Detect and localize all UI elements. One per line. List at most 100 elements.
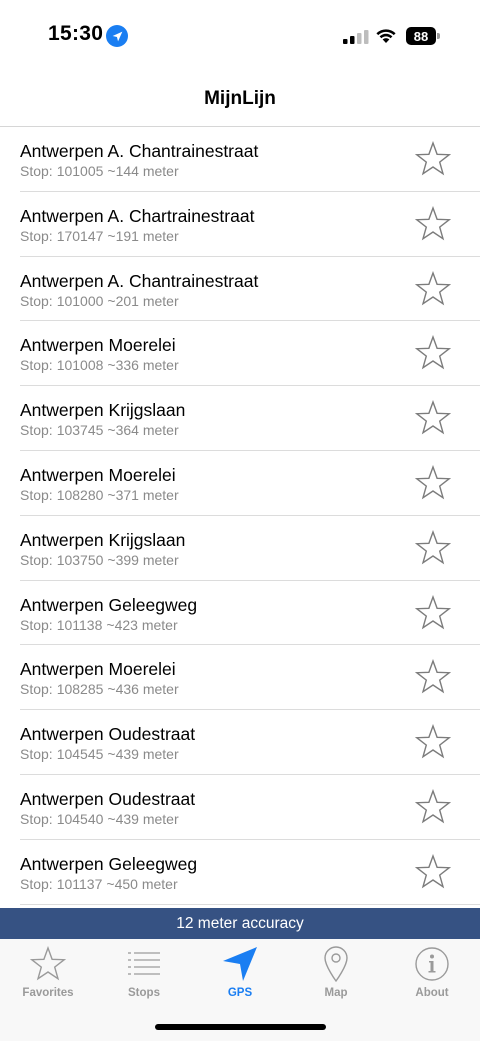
stop-details: Stop: 101138 ~423 meter xyxy=(20,617,182,633)
accuracy-banner: 12 meter accuracy xyxy=(0,908,480,939)
status-bar: 15:30 88 xyxy=(0,0,480,70)
stop-name: Antwerpen A. Chantrainestraat xyxy=(20,270,259,291)
stop-label: Stop: xyxy=(20,486,53,503)
tab-label: Stops xyxy=(128,987,160,999)
stop-row[interactable]: Antwerpen Geleegweg Stop: 101137 ~450 mete… xyxy=(20,840,480,905)
stop-name: Antwerpen Oudestraat xyxy=(20,724,196,745)
stop-distance: ~436 meter xyxy=(107,681,179,698)
stop-row[interactable]: Antwerpen Oudestraat Stop: 104540 ~439 met… xyxy=(20,775,480,840)
stop-row[interactable]: Antwerpen Krijgslaan Stop: 103745 ~364 met… xyxy=(20,386,480,451)
stop-label: Stop: xyxy=(20,681,53,698)
map-pin-icon xyxy=(316,944,356,984)
stop-details: Stop: 104540 ~439 meter xyxy=(20,811,183,827)
stop-id: 101138 xyxy=(56,616,103,633)
stop-row[interactable]: Antwerpen A. Chantrainestraat Stop: 10100… xyxy=(20,257,480,322)
stop-name: Antwerpen Moerelei xyxy=(20,335,176,356)
favorite-star-icon[interactable] xyxy=(414,141,452,177)
info-icon xyxy=(412,944,452,984)
stop-list[interactable]: Antwerpen A. Chantrainestraat Stop: 10100… xyxy=(0,127,480,908)
tab-about[interactable]: About xyxy=(384,939,480,1001)
stop-label: Stop: xyxy=(20,357,53,374)
list-icon xyxy=(124,944,164,984)
tab-label: Map xyxy=(324,987,348,999)
stop-name: Antwerpen Krijgslaan xyxy=(20,400,186,421)
favorite-star-icon[interactable] xyxy=(414,270,452,307)
star-icon xyxy=(28,944,68,984)
status-time: 15:30 xyxy=(48,22,104,45)
favorite-star-icon[interactable] xyxy=(414,529,452,566)
stop-details: Stop: 108280 ~371 meter xyxy=(20,487,183,503)
tab-map[interactable]: Map xyxy=(288,939,384,1001)
stop-label: Stop: xyxy=(20,810,53,827)
stop-distance: ~364 meter xyxy=(107,422,179,439)
stop-details: Stop: 170147 ~191 meter xyxy=(20,228,183,244)
home-indicator[interactable] xyxy=(155,1024,326,1030)
stop-name: Antwerpen Oudestraat xyxy=(20,788,196,809)
stop-name: Antwerpen A. Chantrainestraat xyxy=(20,141,259,161)
stop-distance: ~450 meter xyxy=(106,875,178,892)
location-services-icon xyxy=(106,25,128,47)
stop-name: Antwerpen A. Chartrainestraat xyxy=(20,205,255,226)
favorite-star-icon[interactable] xyxy=(414,724,452,760)
stop-id: 103745 xyxy=(56,422,104,439)
stop-row[interactable]: Antwerpen A. Chantrainestraat Stop: 10100… xyxy=(20,127,480,192)
favorite-star-icon[interactable] xyxy=(414,205,452,242)
stop-id: 104540 xyxy=(56,810,104,827)
stop-label: Stop: xyxy=(20,875,53,892)
stop-details: Stop: 101137 ~450 meter xyxy=(20,876,182,892)
stop-id: 170147 xyxy=(56,227,104,244)
tab-gps[interactable]: GPS xyxy=(192,939,288,1001)
stop-details: Stop: 103745 ~364 meter xyxy=(20,422,183,438)
stop-distance: ~399 meter xyxy=(107,551,179,568)
stop-id: 104545 xyxy=(56,746,104,763)
stop-distance: ~371 meter xyxy=(107,486,179,503)
tab-label: Favorites xyxy=(22,987,74,999)
favorite-star-icon[interactable] xyxy=(414,853,452,890)
stop-label: Stop: xyxy=(20,616,53,633)
stop-distance: ~439 meter xyxy=(107,810,179,827)
stop-row[interactable]: Antwerpen Geleegweg Stop: 101138 ~423 mete… xyxy=(20,581,480,646)
stop-id: 101005 xyxy=(56,163,104,179)
stop-details: Stop: 101005 ~144 meter xyxy=(20,163,183,179)
favorite-star-icon[interactable] xyxy=(414,400,452,436)
stop-name: Antwerpen Moerelei xyxy=(20,464,176,485)
stop-distance: ~336 meter xyxy=(107,357,179,374)
tab-favorites[interactable]: Favorites xyxy=(0,939,96,1001)
tab-stops[interactable]: Stops xyxy=(96,939,192,1001)
stop-distance: ~439 meter xyxy=(107,746,179,763)
stop-row[interactable]: Antwerpen Oudestraat Stop: 104545 ~439 met… xyxy=(20,710,480,775)
stop-row[interactable]: Antwerpen Krijgslaan Stop: 103750 ~399 met… xyxy=(20,516,480,581)
stop-distance: ~191 meter xyxy=(107,227,179,244)
stop-name: Antwerpen Krijgslaan xyxy=(20,529,186,550)
stop-label: Stop: xyxy=(20,163,53,179)
stop-id: 101008 xyxy=(56,357,104,374)
stop-name: Antwerpen Geleegweg xyxy=(20,594,198,615)
stop-name: Antwerpen Moerelei xyxy=(20,659,176,680)
navigation-bar: MijnLijn xyxy=(0,70,480,127)
location-arrow-icon xyxy=(220,944,260,984)
favorite-star-icon[interactable] xyxy=(414,464,452,501)
stop-details: Stop: 103750 ~399 meter xyxy=(20,552,183,568)
stop-id: 108280 xyxy=(56,486,104,503)
stop-label: Stop: xyxy=(20,292,53,309)
tab-label: About xyxy=(415,987,449,999)
stop-label: Stop: xyxy=(20,422,53,439)
stop-row[interactable]: Antwerpen A. Chartrainestraat Stop: 17014… xyxy=(20,192,480,257)
favorite-star-icon[interactable] xyxy=(414,335,452,371)
battery-level: 88 xyxy=(406,27,436,45)
stop-details: Stop: 101000 ~201 meter xyxy=(20,293,183,309)
page-title: MijnLijn xyxy=(204,88,276,109)
stop-row[interactable]: Antwerpen Moerelei Stop: 108285 ~436 meter xyxy=(20,645,480,711)
favorite-star-icon[interactable] xyxy=(414,659,452,695)
stop-row[interactable]: Antwerpen Moerelei Stop: 108280 ~371 meter xyxy=(20,451,480,516)
battery-icon: 88 xyxy=(406,27,440,45)
stop-id: 103750 xyxy=(56,551,104,568)
stop-row[interactable]: Antwerpen Moerelei Stop: 101008 ~336 meter xyxy=(20,321,480,387)
favorite-star-icon[interactable] xyxy=(414,788,452,825)
stop-id: 108285 xyxy=(56,681,104,698)
favorite-star-icon[interactable] xyxy=(414,594,452,631)
stop-distance: ~144 meter xyxy=(107,163,179,179)
tab-label: GPS xyxy=(227,987,253,999)
stop-details: Stop: 108285 ~436 meter xyxy=(20,681,183,697)
stop-distance: ~201 meter xyxy=(107,292,179,309)
